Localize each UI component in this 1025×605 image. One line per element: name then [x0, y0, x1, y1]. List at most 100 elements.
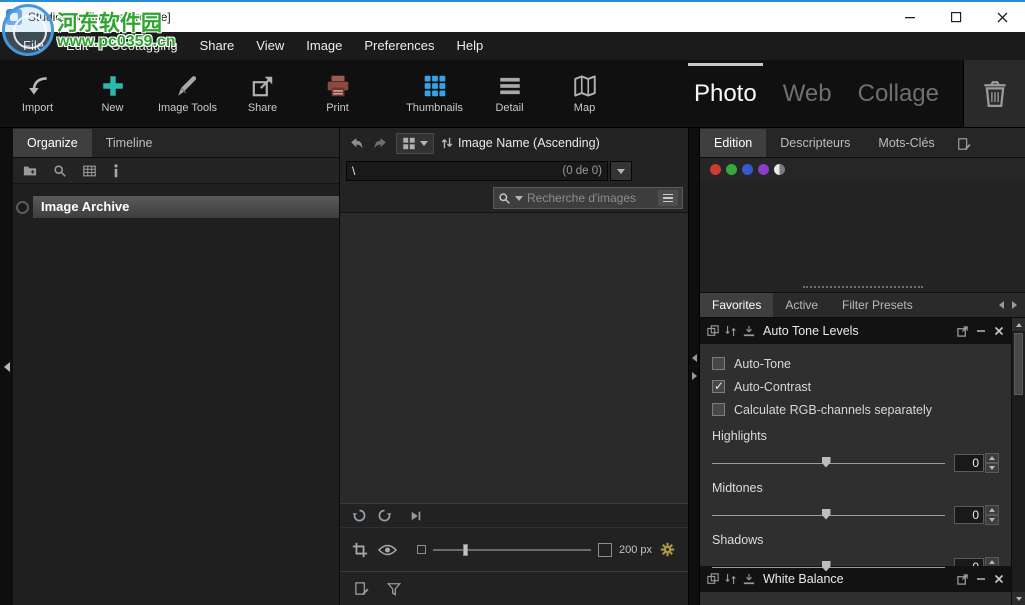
scroll-up-icon[interactable]	[1012, 318, 1025, 331]
detail-button[interactable]: Detail	[472, 60, 547, 127]
menu-view[interactable]: View	[245, 32, 295, 60]
slider-thumb[interactable]	[822, 457, 831, 468]
label-purple-icon[interactable]	[758, 164, 769, 175]
menu-file[interactable]: File	[12, 32, 55, 60]
menu-image[interactable]: Image	[295, 32, 353, 60]
menu-geotagging[interactable]: Geotagging	[99, 32, 188, 60]
label-bw-icon[interactable]	[774, 164, 785, 175]
tabs-scroll-right-icon[interactable]	[1012, 301, 1017, 309]
tab-active[interactable]: Active	[773, 293, 830, 317]
checkbox[interactable]	[712, 403, 725, 416]
share-button[interactable]: Share	[225, 60, 300, 127]
highlights-slider[interactable]	[712, 463, 945, 464]
thumbnails-button[interactable]: Thumbnails	[397, 60, 472, 127]
auto-contrast-checkbox-row[interactable]: Auto-Contrast	[712, 375, 999, 398]
image-tools-button[interactable]: Image Tools	[150, 60, 225, 127]
nav-forward-icon[interactable]	[372, 136, 389, 151]
apply-icon[interactable]	[743, 573, 755, 585]
size-slider-thumb[interactable]	[463, 544, 468, 556]
spin-down-button[interactable]	[985, 463, 999, 473]
close-button[interactable]	[979, 2, 1025, 32]
sort-button[interactable]: Image Name (Ascending)	[441, 136, 600, 150]
maximize-button[interactable]	[933, 2, 979, 32]
checkbox[interactable]	[712, 357, 725, 370]
size-slider[interactable]	[433, 549, 591, 551]
search-menu-button[interactable]	[658, 190, 678, 206]
minimize-button[interactable]	[887, 2, 933, 32]
compare-icon[interactable]	[725, 325, 737, 337]
left-collapse-strip[interactable]	[0, 128, 13, 605]
image-grid-canvas[interactable]	[340, 212, 688, 503]
mode-collage[interactable]: Collage	[858, 80, 939, 108]
search-folder-icon[interactable]	[53, 164, 67, 178]
tabs-scroll-left-icon[interactable]	[999, 301, 1004, 309]
highlights-value[interactable]: 0	[954, 454, 984, 472]
tab-filter-presets[interactable]: Filter Presets	[830, 293, 925, 317]
undo-icon[interactable]	[352, 508, 367, 523]
checkbox[interactable]	[712, 380, 725, 393]
menu-help[interactable]: Help	[445, 32, 494, 60]
menu-edit[interactable]: Edit	[55, 32, 99, 60]
search-input[interactable]	[527, 191, 654, 205]
panel-splitter[interactable]	[688, 128, 700, 605]
print-button[interactable]: Print	[300, 60, 375, 127]
new-button[interactable]: New	[75, 60, 150, 127]
search-options-chevron-icon[interactable]	[515, 196, 523, 201]
menu-preferences[interactable]: Preferences	[353, 32, 445, 60]
spin-up-button[interactable]	[985, 505, 999, 515]
close-panel-icon[interactable]	[994, 574, 1004, 584]
map-button[interactable]: Map	[547, 60, 622, 127]
splitter-drag-handle[interactable]	[700, 282, 1025, 292]
close-panel-icon[interactable]	[994, 326, 1004, 336]
scroll-down-icon[interactable]	[1012, 592, 1025, 605]
label-green-icon[interactable]	[726, 164, 737, 175]
midtones-value[interactable]: 0	[954, 506, 984, 524]
auto-tone-checkbox-row[interactable]: Auto-Tone	[712, 352, 999, 375]
crop-icon[interactable]	[352, 542, 368, 558]
mode-photo[interactable]: Photo	[694, 80, 757, 108]
view-mode-button[interactable]	[396, 133, 434, 154]
tab-favorites[interactable]: Favorites	[700, 293, 773, 317]
tree-item-image-archive[interactable]: Image Archive	[13, 196, 339, 218]
menu-share[interactable]: Share	[189, 32, 246, 60]
tab-timeline[interactable]: Timeline	[92, 129, 167, 157]
slider-thumb[interactable]	[822, 509, 831, 520]
shadows-slider[interactable]	[712, 567, 945, 568]
popout-icon[interactable]	[957, 574, 968, 585]
skip-to-end-icon[interactable]	[410, 510, 422, 522]
eye-icon[interactable]	[378, 544, 397, 556]
path-combobox[interactable]: \ (0 de 0)	[346, 161, 608, 181]
large-size-icon[interactable]	[598, 543, 612, 557]
search-icon[interactable]	[498, 192, 511, 205]
popout-icon[interactable]	[957, 326, 968, 337]
tab-descripteurs[interactable]: Descripteurs	[766, 129, 864, 157]
label-blue-icon[interactable]	[742, 164, 753, 175]
midtones-slider[interactable]	[712, 515, 945, 516]
layers-icon[interactable]	[707, 325, 719, 337]
import-button[interactable]: Import	[0, 60, 75, 127]
collapse-panel-icon[interactable]	[976, 574, 986, 584]
path-dropdown-button[interactable]	[610, 161, 632, 181]
tab-edition[interactable]: Edition	[700, 129, 766, 157]
spin-up-button[interactable]	[985, 453, 999, 463]
label-red-icon[interactable]	[710, 164, 721, 175]
redo-icon[interactable]	[377, 508, 392, 523]
tab-organize[interactable]: Organize	[13, 129, 92, 157]
new-folder-icon[interactable]	[22, 164, 38, 178]
panel-scrollbar[interactable]	[1011, 318, 1025, 605]
annotation-icon[interactable]	[354, 581, 369, 596]
compare-icon[interactable]	[725, 573, 737, 585]
filter-icon[interactable]	[387, 582, 401, 596]
gear-icon[interactable]	[659, 541, 676, 558]
rgb-channels-checkbox-row[interactable]: Calculate RGB-channels separately	[712, 398, 999, 421]
spin-down-button[interactable]	[985, 515, 999, 525]
layers-icon[interactable]	[707, 573, 719, 585]
collapse-panel-icon[interactable]	[976, 326, 986, 336]
small-size-icon[interactable]	[417, 545, 426, 554]
nav-back-icon[interactable]	[348, 136, 365, 151]
trash-dropzone[interactable]	[963, 60, 1025, 127]
edit-note-icon[interactable]	[957, 137, 971, 151]
table-view-icon[interactable]	[82, 164, 97, 178]
info-icon[interactable]	[112, 164, 120, 178]
mode-web[interactable]: Web	[783, 80, 832, 108]
